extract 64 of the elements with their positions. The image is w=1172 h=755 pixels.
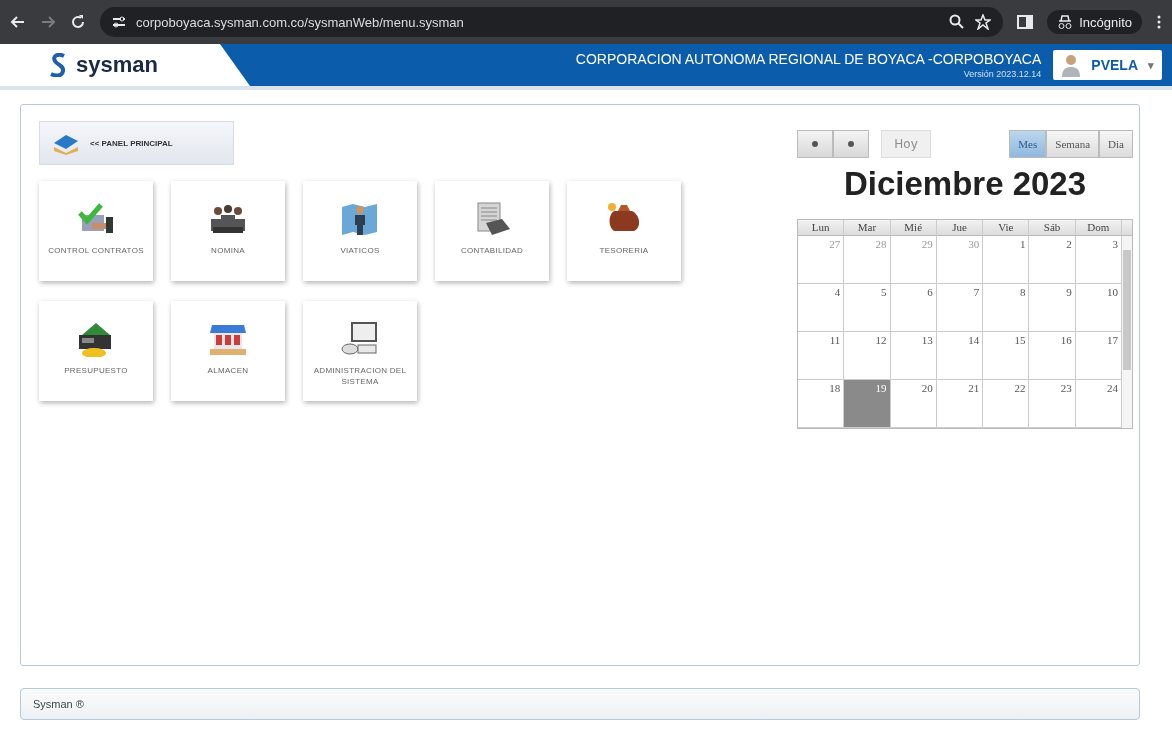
incognito-button[interactable]: Incógnito [1047,10,1142,34]
day-cell[interactable]: 15 [983,332,1030,380]
logo-icon [50,53,66,77]
calendar-title: Diciembre 2023 [842,165,1088,203]
day-cell[interactable]: 1 [983,236,1030,284]
day-cell[interactable]: 24 [1075,380,1122,428]
main-panel-button[interactable]: << PANEL PRINCIPAL [39,121,234,165]
day-cell[interactable]: 2 [1029,236,1076,284]
site-info-icon[interactable] [112,15,126,29]
weekday-header: Mar [844,220,891,236]
menu-icon[interactable] [1156,14,1162,30]
module-tile[interactable]: CONTABILIDAD [435,181,549,281]
day-cell[interactable]: 8 [983,284,1030,332]
module-tile[interactable]: ADMINISTRACION DEL SISTEMA [303,301,417,401]
next-button[interactable] [833,130,869,158]
avatar-icon [1061,53,1082,77]
day-cell[interactable]: 5 [844,284,891,332]
footer-text: Sysman ® [33,698,84,710]
view-tab[interactable]: Mes [1009,130,1047,158]
incognito-icon [1057,14,1074,30]
zoom-icon[interactable] [949,14,966,30]
day-cell[interactable]: 23 [1029,380,1076,428]
view-tab[interactable]: Semana [1046,130,1100,158]
day-cell[interactable]: 9 [1029,284,1076,332]
view-tab[interactable]: Dia [1099,130,1133,158]
module-tile[interactable]: CONTROL CONTRATOS [39,181,153,281]
weekday-header: Sáb [1029,220,1076,236]
module-tile[interactable]: NOMINA [171,181,285,281]
url-text: corpoboyaca.sysman.com.co/sysmanWeb/menu.sysman [136,14,464,30]
module-tile[interactable]: VIATICOS [303,181,417,281]
day-cell[interactable]: 7 [936,284,984,332]
weekday-header: Dom [1075,220,1122,236]
day-cell[interactable]: 22 [983,380,1030,428]
day-cell[interactable]: 16 [1029,332,1076,380]
day-cell[interactable]: 17 [1075,332,1122,380]
computer-icon [340,321,380,357]
day-cell[interactable]: 6 [890,284,937,332]
day-cell[interactable]: 11 [798,332,845,380]
module-tile[interactable]: ALMACEN [171,301,285,401]
organization-name: CORPORACION AUTONOMA REGIONAL DE BOYACA -CORPOBOYACA [575,51,1042,67]
day-cell[interactable]: 21 [936,380,984,428]
reload-icon[interactable] [70,14,86,30]
module-tile[interactable]: TESORERIA [567,181,681,281]
day-cell[interactable]: 13 [890,332,937,380]
previous-button[interactable] [797,130,833,158]
version-text: Versión 2023.12.14 [963,69,1042,79]
weekday-header: Jue [936,220,984,236]
logo-text: sysman [76,52,158,78]
back-icon[interactable] [10,14,26,30]
day-cell[interactable]: 14 [936,332,984,380]
star-icon[interactable] [975,14,992,30]
day-cell[interactable]: 4 [798,284,845,332]
scrollbar[interactable] [1122,236,1132,428]
traveler-map-icon [340,201,380,237]
day-cell[interactable]: 20 [890,380,937,428]
day-cell[interactable]: 10 [1075,284,1122,332]
user-menu-button[interactable]: PVELA ▾ [1053,50,1162,80]
weekday-header: Lun [798,220,845,236]
address-bar[interactable]: corpoboyaca.sysman.com.co/sysmanWeb/menu.sysman [100,7,1004,37]
weekday-header: Vie [983,220,1030,236]
weekday-header: Mié [890,220,937,236]
side-panel-icon[interactable] [1017,14,1034,30]
day-cell[interactable]: 3 [1075,236,1122,284]
module-tile[interactable]: PRESUPUESTO [39,301,153,401]
